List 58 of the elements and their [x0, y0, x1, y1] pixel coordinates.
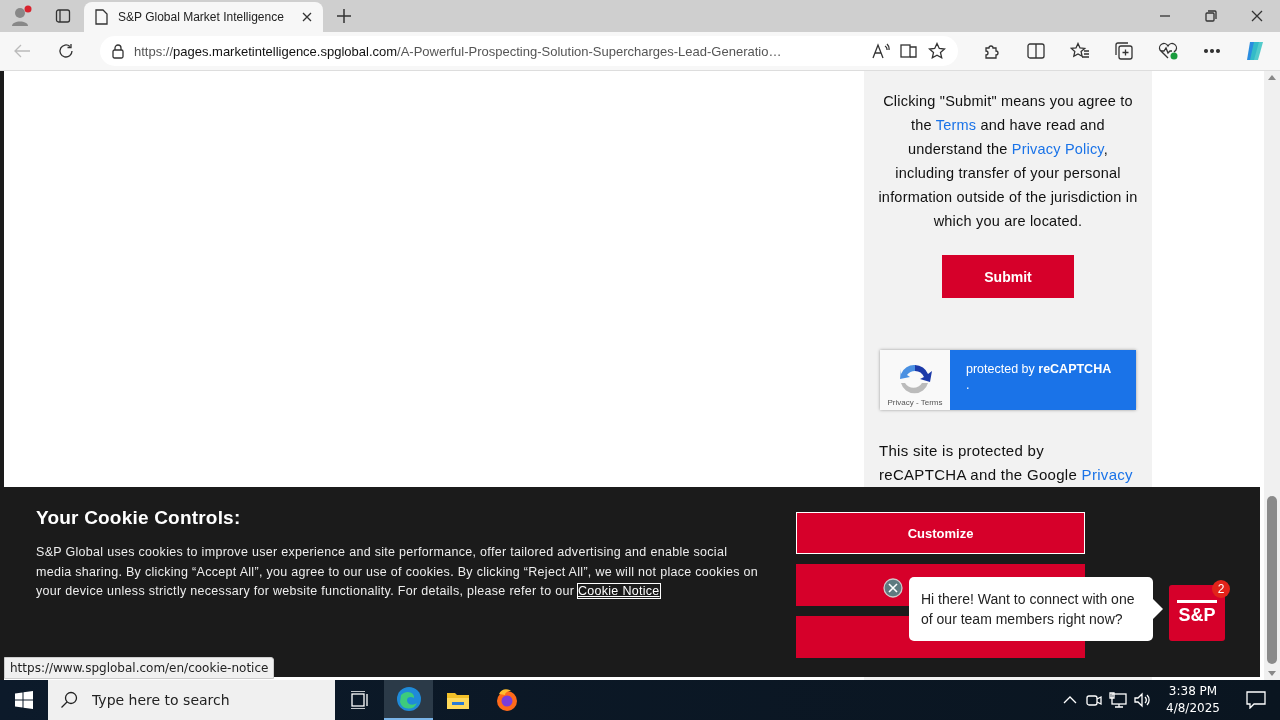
text-link[interactable]: Privacy Policy [1011, 141, 1104, 157]
chat-message: Hi there! Want to connect with one of our team members right now? [921, 591, 1135, 627]
url-text: https://pages.marketintelligence.spglobal.com/A-Powerful-Prospecting-Solution-Supercharges-Lead-Generatio… [134, 43, 783, 59]
text-link[interactable]: Cookie Notice [577, 584, 660, 598]
privacy-terms-link[interactable]: Privacy - Terms [887, 398, 943, 407]
close-icon[interactable] [1251, 10, 1263, 22]
favorite-icon[interactable] [928, 42, 946, 60]
edge-icon[interactable] [395, 686, 422, 712]
browser-tab[interactable]: S&P Global Market Intelligence [84, 2, 323, 32]
windows-start-icon[interactable] [15, 691, 33, 709]
cookie-title: Your Cookie Controls: [36, 507, 242, 529]
cookie-text: S&P Global uses cookies to improve user experience and site performance, offer tailored advertising and enable social media sharing. By clicking “Accept All”, you agree to our use of cookies. By clicking “Reject All”, we will not place cookies on your device unless strictly necessary for website functionality. For details, please refer to our Cookie Notice [36, 544, 760, 600]
split-screen-icon[interactable] [1027, 43, 1045, 59]
recaptcha-notice: This site is protected by [879, 441, 1046, 461]
browser-essentials-icon[interactable] [1158, 42, 1178, 60]
cookie-button[interactable]: Customize [796, 512, 1085, 554]
text-link[interactable]: Privacy [1081, 466, 1133, 483]
restore-icon[interactable] [1205, 10, 1217, 22]
chevron-up-icon[interactable] [1063, 696, 1077, 704]
close-icon[interactable] [301, 11, 313, 23]
volume-icon[interactable] [1133, 692, 1151, 708]
page-icon [94, 9, 108, 25]
collections-icon[interactable] [1114, 42, 1134, 60]
consent-text: Clicking "Submit" means you agree to the Terms and have read and understand the Privacy Policy, including transfer of your personal information outside of the jurisdiction in which you are located. [877, 92, 1139, 231]
read-aloud-icon[interactable] [872, 43, 890, 59]
lock-icon [112, 43, 124, 59]
notifications-icon[interactable] [1246, 691, 1266, 709]
extensions-icon[interactable] [983, 42, 1001, 60]
new-tab-icon[interactable] [336, 8, 352, 24]
taskbar-clock[interactable]: 3:38 PM 4/8/2025 [1154, 683, 1232, 717]
profile-icon[interactable] [10, 5, 32, 27]
task-view-icon[interactable] [349, 691, 370, 709]
search-icon [60, 691, 78, 709]
status-url: https://www.spglobal.com/en/cookie-notice [4, 657, 275, 679]
more-icon[interactable] [1203, 48, 1221, 54]
search-box[interactable]: Type here to search [48, 680, 335, 720]
tab-actions-icon[interactable] [55, 8, 71, 24]
clock-date: 4/8/2025 [1165, 700, 1221, 717]
folder-icon[interactable] [445, 690, 470, 710]
scroll-up-icon[interactable] [1268, 75, 1276, 80]
refresh-icon[interactable] [57, 42, 75, 60]
firefox-icon[interactable] [494, 688, 519, 712]
favorites-icon[interactable] [1070, 42, 1090, 60]
text-link[interactable]: Terms [935, 117, 977, 133]
immersive-reader-icon[interactable] [900, 43, 918, 59]
scrollbar-thumb[interactable] [1267, 495, 1277, 664]
recaptcha-notice: reCAPTCHA and the Google Privacy [879, 465, 1134, 485]
recaptcha-dot: . [966, 378, 971, 392]
recaptcha-label: protected by reCAPTCHA [966, 362, 1113, 376]
address-bar[interactable]: https://pages.marketintelligence.spglobal.com/A-Powerful-Prospecting-Solution-Supercharges-Lead-Generatio… [100, 36, 958, 66]
scrollbar[interactable] [1264, 71, 1280, 680]
submit-button[interactable]: Submit [942, 255, 1074, 298]
clock-time: 3:38 PM [1167, 683, 1219, 700]
taskbar-search-field[interactable]: Type here to search [90, 691, 324, 709]
camera-icon[interactable] [1086, 692, 1102, 708]
tab-title: S&P Global Market Intelligence [118, 10, 285, 24]
scroll-down-icon[interactable] [1268, 671, 1276, 676]
network-icon[interactable] [1109, 692, 1127, 708]
